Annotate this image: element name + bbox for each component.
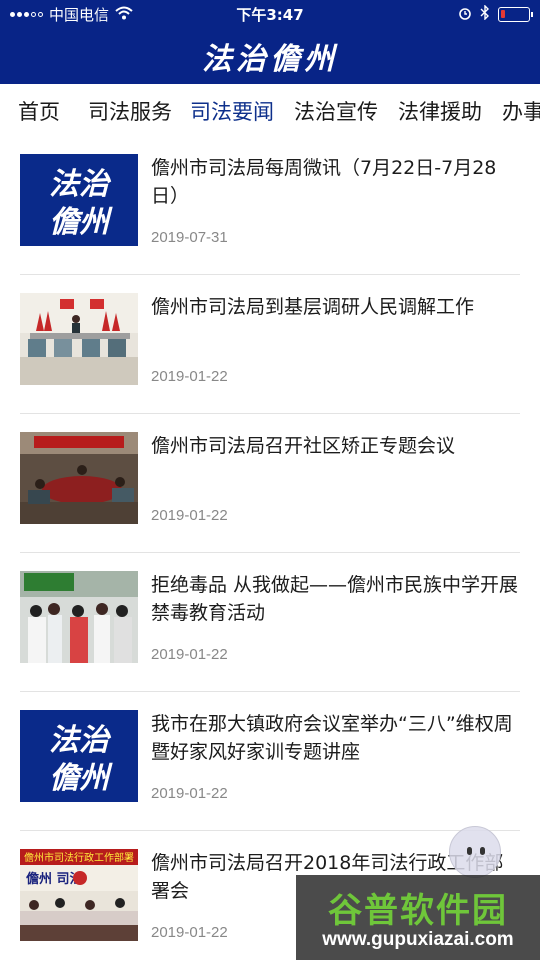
news-thumbnail-logo: 法治 儋州 — [20, 154, 138, 246]
tab-services[interactable]: 办事 — [502, 96, 540, 126]
news-item[interactable]: 法治 儋州 我市在那大镇政府会议室举办“三八”维权周暨好家风好家训专题讲座 20… — [20, 692, 520, 831]
status-bar: 中国电信 下午3:47 — [0, 0, 540, 28]
app-title-logo: 法治儋州 — [202, 42, 338, 77]
bluetooth-icon — [480, 4, 490, 24]
thumb-logo-line2: 儋州 — [49, 205, 113, 240]
news-title: 拒绝毒品 从我做起——儋州市民族中学开展禁毒教育活动 — [151, 574, 519, 624]
news-thumbnail-logo: 法治 儋州 — [20, 710, 138, 802]
watermark-brand: 谷普软件园 — [328, 891, 508, 931]
news-item[interactable]: 拒绝毒品 从我做起——儋州市民族中学开展禁毒教育活动 2019-01-22 — [20, 553, 520, 692]
category-tabs: 首页 司法服务 司法要闻 法治宣传 法律援助 办事 — [0, 84, 540, 136]
news-thumbnail-photo: 儋州市司法行政工作部署 儋州 司法 — [20, 849, 138, 941]
thumb-logo-line1: 法治 — [49, 723, 112, 758]
watermark: 谷普软件园 www.gupuxiazai.com — [296, 875, 540, 960]
news-thumbnail-photo — [20, 293, 138, 385]
news-item[interactable]: 儋州市司法局到基层调研人民调解工作 2019-01-22 — [20, 275, 520, 414]
watermark-url: www.gupuxiazai.com — [322, 929, 514, 950]
news-item[interactable]: 法治 儋州 儋州市司法局每周微讯（7月22日-7月28日） 2019-07-31 — [20, 136, 520, 275]
face-icon-eye — [467, 847, 472, 855]
app-header: 中国电信 下午3:47 法治儋州 — [0, 0, 540, 84]
thumb-logo-line2: 儋州 — [49, 761, 113, 796]
battery-fill — [501, 10, 505, 18]
news-title: 儋州市司法局到基层调研人民调解工作 — [151, 296, 475, 318]
news-date: 2019-01-22 — [151, 507, 228, 524]
news-title: 我市在那大镇政府会议室举办“三八”维权周暨好家风好家训专题讲座 — [151, 713, 513, 763]
news-date: 2019-01-22 — [151, 646, 228, 663]
tab-judicial-news[interactable]: 司法要闻 — [190, 96, 274, 126]
news-date: 2019-01-22 — [151, 924, 228, 941]
news-thumbnail-photo — [20, 571, 138, 663]
thumb-banner-text: 儋州市司法行政工作部署 — [24, 851, 134, 864]
news-thumbnail-photo — [20, 432, 138, 524]
tab-legal-aid[interactable]: 法律援助 — [398, 96, 482, 126]
assistant-float-button[interactable] — [449, 826, 501, 878]
news-date: 2019-07-31 — [151, 229, 228, 246]
tab-judicial-services[interactable]: 司法服务 — [88, 96, 172, 126]
news-item[interactable]: 儋州市司法局召开社区矫正专题会议 2019-01-22 — [20, 414, 520, 553]
tab-home[interactable]: 首页 — [18, 96, 60, 126]
news-date: 2019-01-22 — [151, 368, 228, 385]
tab-legal-publicity[interactable]: 法治宣传 — [294, 96, 378, 126]
news-title: 儋州市司法局召开社区矫正专题会议 — [151, 435, 456, 457]
news-title: 儋州市司法局每周微讯（7月22日-7月28日） — [151, 157, 497, 207]
news-date: 2019-01-22 — [151, 785, 228, 802]
thumb-logo-line1: 法治 — [49, 167, 112, 202]
face-icon-eye — [480, 847, 485, 855]
status-right — [458, 4, 533, 24]
battery-icon — [498, 7, 533, 22]
alarm-icon — [458, 6, 472, 24]
